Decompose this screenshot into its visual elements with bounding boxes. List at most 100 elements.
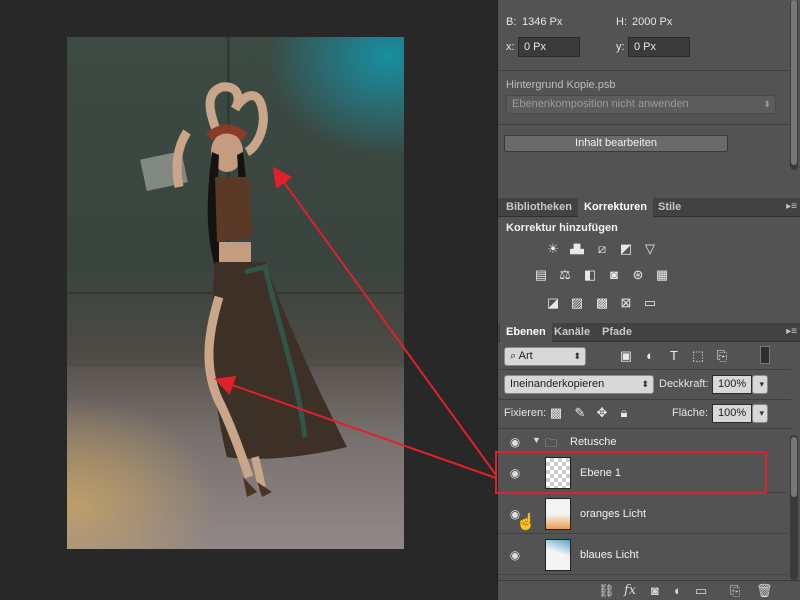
hand-cursor-icon: ☝ [516,514,536,531]
opacity-label: Deckkraft: [659,378,709,390]
add-mask-icon[interactable]: ◙ [651,583,659,598]
new-layer-icon[interactable]: ⎘ [730,583,740,599]
opacity-input[interactable]: 100% [712,375,752,394]
add-adjustment-heading: Korrektur hinzufügen [506,222,618,234]
disclosure-triangle-icon[interactable]: ▼ [532,435,541,445]
tab-paths[interactable]: Pfade [596,323,638,342]
layer-row-blaues-licht[interactable]: ◉ blaues Licht [498,535,788,575]
edit-contents-button[interactable]: Inhalt bearbeiten [504,135,728,152]
color-lookup-icon[interactable]: ▦ [654,267,670,283]
tab-adjustments[interactable]: Korrekturen [578,198,653,217]
width-label: B: [506,16,517,28]
eye-icon[interactable]: ◉ [508,548,522,562]
blend-mode-label: Ineinanderkopieren [510,378,605,390]
opacity-stepper[interactable]: ▾ [752,375,768,394]
layers-tab-bar: Ebenen Kanäle Pfade ▸≡ [498,323,800,342]
layer-row-ebene-1[interactable]: ◉ Ebene 1 [498,453,788,493]
x-label: x: [506,41,515,53]
tab-channels[interactable]: Kanäle [548,323,596,342]
chevron-down-icon: ▾ [759,379,764,389]
layer-name: blaues Licht [580,549,639,561]
search-icon: ⌕ [510,350,517,362]
new-group-icon[interactable]: ▭ [695,583,707,599]
levels-icon[interactable]: ▟▙ [569,241,585,257]
tab-styles[interactable]: Stile [652,198,687,217]
link-layers-icon[interactable]: ⛓ [598,583,615,599]
properties-divider-2 [498,124,791,125]
layer-thumbnail [545,457,571,489]
filter-adjustment-icon[interactable]: ◐ [642,348,658,364]
blend-mode-dropdown[interactable]: Ineinanderkopieren ⬍ [504,375,654,394]
lock-pixels-icon[interactable]: ✎ [572,405,588,421]
layers-scrollbar[interactable] [790,435,798,580]
photo-image[interactable] [67,37,404,549]
lock-all-icon[interactable]: 🔒︎ [616,405,632,421]
hue-saturation-icon[interactable]: ▤ [533,267,549,283]
height-value: 2000 Px [632,16,673,28]
dropdown-arrows-icon: ⬍ [763,99,771,109]
adjustments-tab-bar: Bibliotheken Korrekturen Stile ▸≡ [498,198,800,217]
posterize-icon[interactable]: ▨ [569,295,585,311]
properties-scrollbar[interactable] [790,0,798,170]
tab-layers[interactable]: Ebenen [500,323,552,342]
dancer-figure-image [172,82,347,497]
panel-menu-icon[interactable]: ▸≡ [786,201,797,212]
brightness-contrast-icon[interactable]: ☀ [545,241,561,257]
width-value: 1346 Px [522,16,563,28]
black-white-icon[interactable]: ◧ [582,267,598,283]
layers-panel-menu-icon[interactable]: ▸≡ [786,326,797,337]
channel-mixer-icon[interactable]: ⊛ [630,267,646,283]
fill-label: Fläche: [672,407,709,419]
fx-icon[interactable]: fx [624,583,636,598]
filter-pixel-icon[interactable]: ▣ [618,348,634,364]
document-canvas[interactable] [0,0,497,600]
filter-toggle-switch[interactable] [760,346,770,364]
y-input[interactable]: 0 Px [628,37,690,57]
layers-divider [498,369,791,370]
lock-label: Fixieren: [504,407,547,419]
group-name: Retusche [570,436,617,448]
invert-icon[interactable]: ◪ [545,295,561,311]
folder-icon: 🗀︎ [545,436,558,450]
layer-thumbnail [545,498,571,530]
layer-row-oranges-licht[interactable]: ◉ oranges Licht ☝ [498,494,788,534]
layer-comp-dropdown[interactable]: Ebenenkomposition nicht anwenden ⬍ [506,95,776,114]
smart-object-file-name: Hintergrund Kopie.psb [506,79,616,91]
lock-position-icon[interactable]: ✥ [594,405,610,421]
layers-scrollbar-thumb[interactable] [791,437,797,497]
layer-name: oranges Licht [580,508,647,520]
tab-libraries[interactable]: Bibliotheken [500,198,578,217]
layer-group-row[interactable]: ◉ ▼ 🗀︎ Retusche [498,432,788,452]
trash-icon[interactable]: 🗑︎ [756,583,773,599]
eye-icon[interactable]: ◉ [508,435,522,449]
eye-icon[interactable]: ◉ [508,466,522,480]
color-balance-icon[interactable]: ⚖ [557,267,573,283]
y-label: y: [616,41,625,53]
threshold-icon[interactable]: ▩ [594,295,610,311]
layers-bottom-bar: ⛓ fx ◙ ◐ ▭ ⎘ 🗑︎ [498,580,800,600]
new-adjustment-icon[interactable]: ◐ [674,583,682,598]
curves-icon[interactable]: ⧄ [594,241,610,257]
lock-transparency-icon[interactable]: ▩ [548,405,564,421]
x-input[interactable]: 0 Px [518,37,580,57]
filter-smart-object-icon[interactable]: ⎘ [714,348,730,364]
photo-filter-icon[interactable]: ◙ [606,267,622,283]
right-panel: B: 1346 Px H: 2000 Px x: 0 Px y: 0 Px Hi… [497,0,800,600]
layer-comp-dropdown-label: Ebenenkomposition nicht anwenden [512,98,689,110]
exposure-icon[interactable]: ◩ [618,241,634,257]
layer-filter-dropdown[interactable]: ⌕ Art ⬍ [504,347,586,366]
properties-divider [498,70,791,71]
gradient-map-icon[interactable]: ▭ [642,295,658,311]
filter-type-icon[interactable]: T [666,348,682,364]
dropdown-arrows-icon: ⬍ [641,379,649,389]
layers-divider-3 [498,428,791,429]
properties-scrollbar-thumb[interactable] [791,0,797,165]
height-label: H: [616,16,627,28]
fill-stepper[interactable]: ▾ [752,404,768,423]
vibrance-icon[interactable]: ▽ [642,241,658,257]
selective-color-icon[interactable]: ⊠ [618,295,634,311]
layer-name: Ebene 1 [580,467,621,479]
fill-input[interactable]: 100% [712,404,752,423]
filter-shape-icon[interactable]: ⬚ [690,348,706,364]
layers-divider-2 [498,399,791,400]
